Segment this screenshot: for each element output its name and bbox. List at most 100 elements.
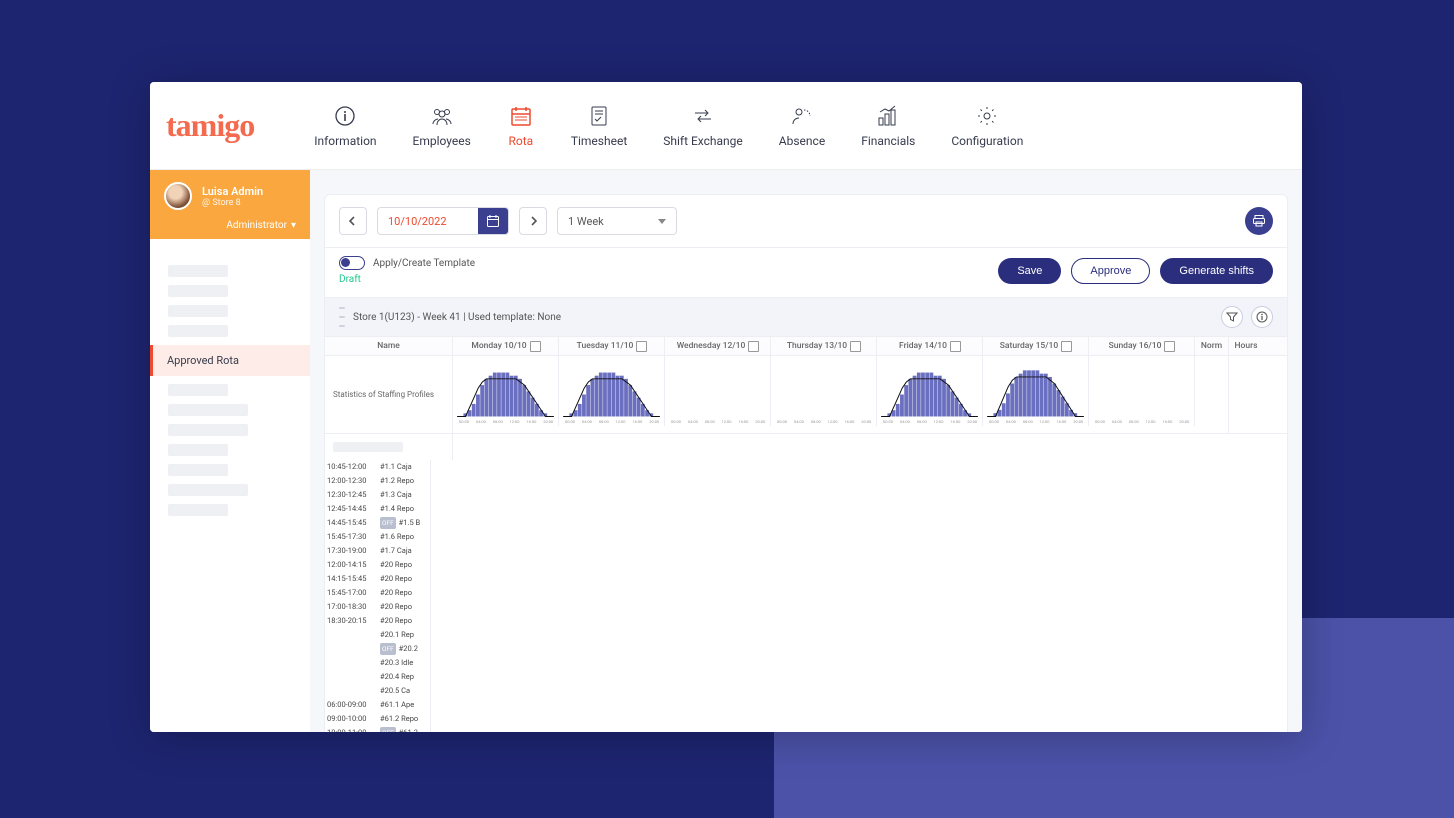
chevron-right-icon [528, 216, 538, 226]
shift-cell[interactable]: 17:30-19:00#1.7 Caja [325, 544, 430, 558]
sidebar-item-placeholder[interactable] [168, 305, 228, 317]
day-column-header[interactable]: Saturday 15/10 [983, 337, 1088, 355]
shift-cell[interactable]: 14:45-15:45OFF#1.5 B [325, 516, 430, 530]
topbar: tamigo InformationEmployeesRotaTimesheet… [150, 82, 1302, 170]
day-column-header[interactable]: Sunday 16/10 [1089, 337, 1194, 355]
apply-template-toggle[interactable]: Apply/Create Template [339, 256, 475, 270]
generate-shifts-button[interactable]: Generate shifts [1160, 258, 1273, 284]
staffing-chart-sat: 00:0004:0008:0012:0016:0020:00 [983, 356, 1089, 426]
staffing-chart-mon: 00:0004:0008:0012:0016:0020:00 [453, 356, 559, 426]
svg-text:00:00: 00:00 [671, 419, 681, 424]
shift-cell[interactable]: #20.5 Ca [325, 684, 430, 698]
svg-text:08:00: 08:00 [917, 419, 927, 424]
svg-text:20:00: 20:00 [861, 419, 871, 424]
shift-cell[interactable]: #20.3 Idle [325, 656, 430, 670]
day-column-header[interactable]: Friday 14/10 [877, 337, 982, 355]
prev-button[interactable] [339, 207, 367, 235]
employees-icon [428, 104, 456, 128]
day-column-header[interactable]: Thursday 13/10 [771, 337, 876, 355]
svg-text:04:00: 04:00 [900, 419, 910, 424]
sidebar-item-placeholder[interactable] [168, 444, 228, 456]
sidebar-item-placeholder[interactable] [168, 424, 248, 436]
svg-text:12:00: 12:00 [934, 419, 944, 424]
off-badge: OFF [380, 727, 396, 732]
next-button[interactable] [519, 207, 547, 235]
svg-text:08:00: 08:00 [599, 419, 609, 424]
sidebar-item-placeholder[interactable] [168, 484, 248, 496]
user-block: Luisa Admin @ Store 8 Administrator ▾ [150, 170, 310, 239]
print-button[interactable] [1245, 207, 1273, 235]
role-selector[interactable]: Administrator ▾ [164, 220, 296, 231]
filter-button[interactable] [1221, 306, 1243, 328]
nav-label: Absence [779, 134, 825, 148]
svg-text:08:00: 08:00 [705, 419, 715, 424]
shift-cell[interactable]: 10:45-12:00#1.1 Caja [325, 460, 430, 474]
svg-text:00:00: 00:00 [989, 419, 999, 424]
shift-cell[interactable]: 12:30-12:45#1.3 Caja [325, 488, 430, 502]
staffing-profile-row: Statistics of Staffing Profiles 00:0004:… [325, 356, 1287, 434]
svg-text:04:00: 04:00 [476, 419, 486, 424]
norm-column-header: Norm [1195, 337, 1229, 355]
nav-label: Financials [861, 134, 915, 148]
nav-financials[interactable]: Financials [861, 104, 915, 148]
shift-cell[interactable]: 18:30-20:15#20 Repo [325, 614, 430, 628]
copy-icon [637, 342, 646, 351]
financials-icon [874, 104, 902, 128]
nav-configuration[interactable]: Configuration [951, 104, 1023, 148]
date-input[interactable]: 10/10/2022 [377, 207, 509, 235]
nav-absence[interactable]: Absence [779, 104, 825, 148]
shift-cell[interactable]: 12:00-14:15#20 Repo [325, 558, 430, 572]
approve-button[interactable]: Approve [1071, 258, 1150, 284]
toggle-icon [339, 256, 365, 270]
save-button[interactable]: Save [998, 258, 1061, 284]
svg-text:16:00: 16:00 [1056, 419, 1066, 424]
nav-employees[interactable]: Employees [413, 104, 471, 148]
nav-rota[interactable]: Rota [507, 104, 535, 148]
sidebar-item-placeholder[interactable] [168, 384, 228, 396]
info-button[interactable] [1251, 306, 1273, 328]
shift-cell[interactable]: 12:45-14:45#1.4 Repo [325, 502, 430, 516]
shift-cell[interactable]: #20.4 Rep [325, 670, 430, 684]
shift-cell[interactable]: 09:00-10:00#61.2 Repo [325, 712, 430, 726]
svg-text:08:00: 08:00 [1023, 419, 1033, 424]
day-column-header[interactable]: Wednesday 12/10 [665, 337, 770, 355]
panel: 10/10/2022 1 Week [324, 194, 1288, 732]
date-text: 10/10/2022 [378, 208, 478, 234]
sidebar-item-approved-rota[interactable]: Approved Rota [150, 345, 310, 376]
svg-text:00:00: 00:00 [565, 419, 575, 424]
svg-text:12:00: 12:00 [616, 419, 626, 424]
shift-cell[interactable]: 17:00-18:30#20 Repo [325, 600, 430, 614]
nav-information[interactable]: Information [314, 104, 376, 148]
sidebar-item-placeholder[interactable] [168, 285, 228, 297]
calendar-icon[interactable] [478, 208, 508, 234]
rota-icon [507, 104, 535, 128]
svg-text:16:00: 16:00 [950, 419, 960, 424]
sidebar-item-placeholder[interactable] [168, 504, 228, 516]
sidebar-item-placeholder[interactable] [168, 265, 228, 277]
svg-text:08:00: 08:00 [811, 419, 821, 424]
sidebar-item-placeholder[interactable] [168, 325, 228, 337]
period-select[interactable]: 1 Week [557, 207, 677, 235]
sidebar-item-placeholder[interactable] [168, 464, 228, 476]
employee-name-cell[interactable] [325, 434, 453, 460]
rota-grid: Name Monday 10/10Tuesday 11/10Wednesday … [325, 337, 1287, 732]
shift-exchange-icon [689, 104, 717, 128]
shift-cell[interactable]: 06:00-09:00#61.1 Ape [325, 698, 430, 712]
drag-handle-icon[interactable] [339, 307, 345, 327]
shift-cell[interactable]: 10:00-11:00OFF#61.3 [325, 726, 430, 732]
svg-text:00:00: 00:00 [1095, 419, 1105, 424]
day-cell: 10:45-12:00#1.1 Caja12:00-12:30#1.2 Repo… [325, 460, 431, 558]
sidebar-item-placeholder[interactable] [168, 404, 248, 416]
day-column-header[interactable]: Monday 10/10 [453, 337, 558, 355]
shift-cell[interactable]: 12:00-12:30#1.2 Repo [325, 474, 430, 488]
day-column-header[interactable]: Tuesday 11/10 [559, 337, 664, 355]
svg-text:08:00: 08:00 [1129, 419, 1139, 424]
shift-cell[interactable]: 15:45-17:00#20 Repo [325, 586, 430, 600]
nav-timesheet[interactable]: Timesheet [571, 104, 627, 148]
shift-cell[interactable]: 14:15-15:45#20 Repo [325, 572, 430, 586]
shift-cell[interactable]: 15:45-17:30#1.6 Repo [325, 530, 430, 544]
nav-shift-exchange[interactable]: Shift Exchange [663, 104, 743, 148]
off-badge: OFF [380, 643, 396, 655]
shift-cell[interactable]: OFF#20.2 [325, 642, 430, 656]
shift-cell[interactable]: #20.1 Rep [325, 628, 430, 642]
